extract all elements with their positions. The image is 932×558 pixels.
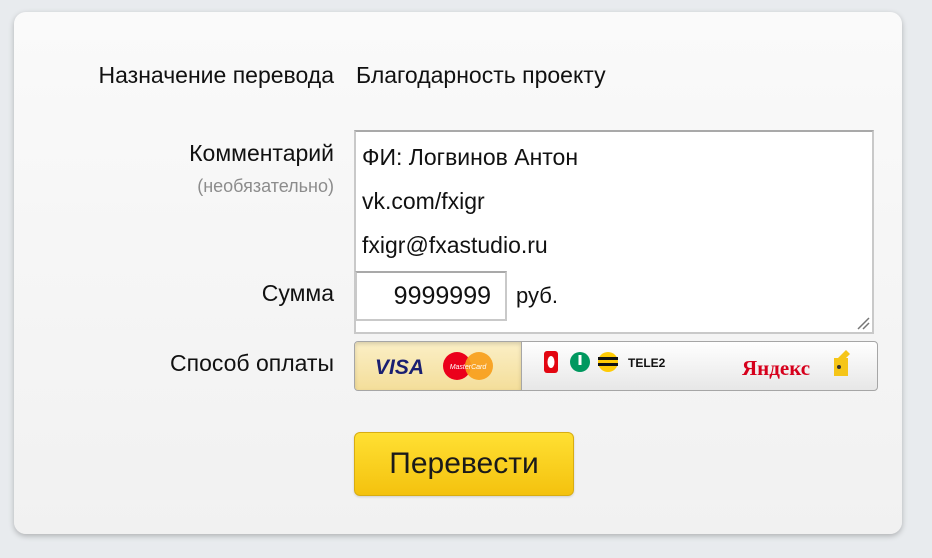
- comment-line: vk.com/fxigr: [362, 188, 485, 214]
- sum-label: Сумма: [261, 280, 334, 306]
- visa-logo-text: VISA: [375, 356, 424, 379]
- visa-mastercard-logo-icon: VISA MasterCard: [375, 352, 493, 380]
- comment-line: ФИ: Логвинов Антон: [362, 144, 579, 170]
- yandex-logo-text: Яндекс: [742, 356, 810, 380]
- payment-method-selector: VISA MasterCard TELE2 Яндекс: [354, 341, 878, 391]
- currency-label: руб.: [516, 283, 558, 308]
- submit-transfer-button[interactable]: Перевести: [354, 432, 574, 496]
- yandex-money-logo-icon: Яндекс: [742, 350, 850, 380]
- transfer-form-card: Назначение перевода Благодарность проект…: [14, 12, 902, 534]
- comment-label: Комментарий: [189, 140, 334, 166]
- tele2-logo-text: TELE2: [628, 356, 666, 370]
- payment-option-yandex-money[interactable]: Яндекс: [712, 342, 877, 390]
- payment-option-card[interactable]: VISA MasterCard: [355, 342, 522, 390]
- mastercard-logo-text: MasterCard: [450, 364, 488, 371]
- resize-grip-icon[interactable]: [856, 316, 870, 330]
- sum-input[interactable]: 9999999: [355, 271, 507, 321]
- comment-line: fxigr@fxastudio.ru: [362, 232, 548, 258]
- payment-option-mobile[interactable]: TELE2: [522, 342, 712, 390]
- comment-optional-hint: (необязательно): [197, 176, 334, 196]
- payment-method-label: Способ оплаты: [170, 350, 334, 376]
- purpose-label: Назначение перевода: [98, 62, 334, 88]
- mobile-operators-logo-icon: TELE2: [544, 351, 666, 373]
- purpose-value: Благодарность проекту: [356, 62, 606, 88]
